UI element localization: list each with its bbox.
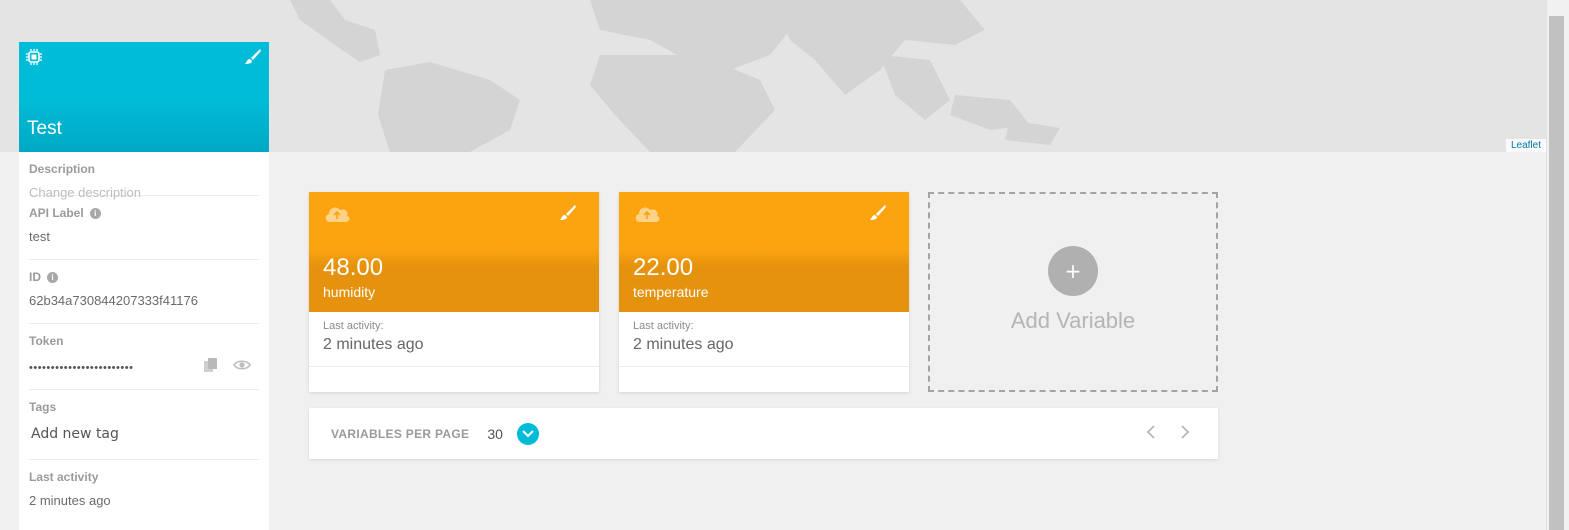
add-variable-card[interactable]: + Add Variable <box>928 192 1218 392</box>
id-value: 62b34a730844207333f41176 <box>29 293 198 308</box>
variables-per-page-value: 30 <box>487 425 503 442</box>
id-label: ID <box>29 270 41 284</box>
add-variable-label[interactable]: Add Variable <box>1011 308 1135 334</box>
add-tag-input[interactable]: Add new tag <box>31 426 259 442</box>
info-icon[interactable]: i <box>47 271 58 283</box>
variable-value: 22.00 <box>633 254 694 281</box>
next-page-icon[interactable] <box>1180 424 1190 440</box>
add-icon[interactable]: + <box>1048 246 1098 296</box>
last-activity-value: 2 minutes ago <box>633 336 734 353</box>
chevron-down-icon <box>522 429 534 437</box>
edit-variable-icon[interactable] <box>869 204 887 222</box>
tags-label: Tags <box>29 400 57 414</box>
cloud-upload-icon <box>325 207 350 222</box>
variables-per-page-label: VARIABLES PER PAGE <box>331 426 470 441</box>
eye-icon[interactable] <box>233 357 251 373</box>
cloud-upload-icon <box>635 207 660 222</box>
token-field: Token •••••••••••••••••••••••• <box>29 324 259 390</box>
variable-name: humidity <box>323 284 376 300</box>
variable-card-humidity[interactable]: 48.00 humidity Last activity: 2 minutes … <box>309 192 599 392</box>
edit-variable-icon[interactable] <box>559 204 577 222</box>
edit-device-icon[interactable] <box>244 48 262 66</box>
api-label-label: API Label <box>29 206 84 220</box>
info-icon[interactable]: i <box>89 207 101 219</box>
variable-name: temperature <box>633 284 709 300</box>
last-activity-field: Last activity 2 minutes ago <box>29 460 259 508</box>
per-page-dropdown-button[interactable] <box>516 422 539 445</box>
description-label: Description <box>29 162 96 176</box>
tags-field: Tags Add new tag <box>29 390 259 460</box>
scrollbar-thumb[interactable] <box>1549 16 1564 530</box>
copy-icon[interactable] <box>203 357 219 373</box>
previous-page-icon[interactable] <box>1146 424 1156 440</box>
variable-card-temperature[interactable]: 22.00 temperature Last activity: 2 minut… <box>619 192 909 392</box>
device-chip-icon <box>26 49 42 65</box>
last-activity-label: Last activity: <box>323 320 384 332</box>
device-name[interactable]: Test <box>27 118 62 140</box>
device-details-panel: Test Description Change description API … <box>19 42 269 530</box>
token-label: Token <box>29 334 64 348</box>
api-label-field: API Label i test <box>29 196 259 260</box>
variables-pagination-bar: VARIABLES PER PAGE 30 <box>309 408 1218 459</box>
leaflet-attribution-link[interactable]: Leaflet <box>1505 139 1546 152</box>
variable-value: 48.00 <box>323 254 384 281</box>
last-activity-value: 2 minutes ago <box>323 336 424 353</box>
last-activity-label: Last activity: <box>633 320 694 332</box>
device-header: Test <box>19 42 269 152</box>
last-activity-label: Last activity <box>29 470 99 484</box>
last-activity-value: 2 minutes ago <box>29 493 111 508</box>
api-label-value[interactable]: test <box>29 229 259 244</box>
id-field: ID i 62b34a730844207333f41176 <box>29 260 259 324</box>
description-field: Description Change description <box>29 152 259 200</box>
page-scrollbar[interactable] <box>1546 0 1569 530</box>
